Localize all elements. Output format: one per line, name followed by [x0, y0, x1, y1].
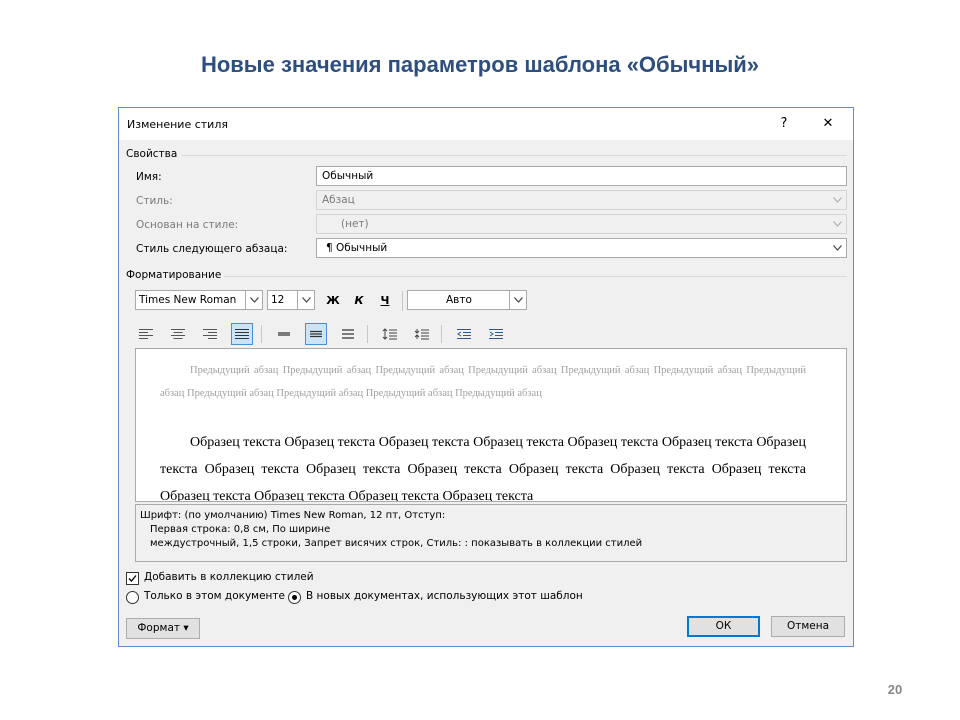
slide-title: Новые значения параметров шаблона «Обычн…: [200, 52, 760, 77]
font-color-select[interactable]: Авто: [407, 290, 527, 310]
add-to-gallery-label[interactable]: Добавить в коллекцию стилей: [144, 571, 314, 583]
description-line: Первая строка: 0,8 см, По ширине: [150, 524, 331, 535]
new-documents-radio[interactable]: [288, 591, 301, 604]
align-left-icon: [139, 329, 153, 339]
single-spacing-icon: [278, 332, 290, 336]
style-type-label: Стиль:: [136, 195, 173, 207]
toolbar-separator: [402, 291, 403, 311]
increase-indent-icon: [489, 329, 503, 339]
align-justify-button[interactable]: [231, 323, 253, 345]
dialog-title: Изменение стиля: [127, 118, 228, 131]
font-value: Times New Roman: [139, 294, 237, 306]
align-right-icon: [203, 329, 217, 339]
space-before-icon: [382, 328, 397, 340]
style-preview: Предыдущий абзац Предыдущий абзац Предыд…: [135, 348, 847, 502]
style-description: Шрифт: (по умолчанию) Times New Roman, 1…: [135, 504, 847, 562]
next-style-label: Стиль следующего абзаца:: [136, 243, 288, 255]
only-this-document-label[interactable]: Только в этом документе: [144, 590, 285, 602]
help-button[interactable]: ?: [769, 112, 799, 136]
new-documents-label[interactable]: В новых документах, использующих этот ша…: [306, 590, 583, 602]
based-on-label: Основан на стиле:: [136, 219, 239, 231]
formatting-divider: [224, 276, 847, 277]
sample-text-preview: Образец текста Образец текста Образец те…: [160, 435, 806, 502]
toolbar-separator: [367, 325, 368, 343]
space-before-decrease-button[interactable]: [411, 323, 433, 345]
chevron-down-icon: [829, 191, 846, 209]
next-style-select[interactable]: ¶ Обычный: [316, 238, 847, 258]
chevron-down-icon: [829, 239, 846, 257]
style-type-value: Абзац: [322, 194, 355, 206]
font-select[interactable]: Times New Roman: [135, 290, 263, 310]
toolbar-separator: [261, 325, 262, 343]
decrease-indent-button[interactable]: [453, 323, 475, 345]
ok-button[interactable]: ОК: [687, 616, 760, 637]
align-justify-icon: [235, 329, 249, 339]
properties-group-label: Свойства: [126, 148, 178, 160]
format-menu-button[interactable]: Формат ▾: [126, 618, 200, 639]
name-field[interactable]: Обычный: [316, 166, 847, 186]
double-spacing-button[interactable]: [337, 323, 359, 345]
one-half-spacing-icon: [310, 330, 322, 338]
space-before-increase-button[interactable]: [379, 323, 401, 345]
checkmark-icon: [128, 575, 137, 582]
double-spacing-icon: [342, 329, 354, 339]
close-button[interactable]: ✕: [813, 112, 843, 136]
italic-button[interactable]: К: [349, 292, 369, 310]
formatting-group-label: Форматирование: [126, 269, 222, 281]
toolbar-separator: [441, 325, 442, 343]
align-left-button[interactable]: [135, 323, 157, 345]
chevron-down-icon: [245, 291, 262, 309]
dialog-titlebar: Изменение стиля ? ✕: [119, 108, 853, 140]
add-to-gallery-checkbox[interactable]: [126, 572, 139, 585]
based-on-value: (нет): [341, 218, 369, 230]
underline-button[interactable]: Ч: [375, 292, 395, 310]
cancel-button[interactable]: Отмена: [771, 616, 845, 637]
chevron-down-icon: [297, 291, 314, 309]
font-size-value: 12: [271, 294, 285, 306]
previous-paragraph-preview: Предыдущий абзац Предыдущий абзац Предыд…: [160, 365, 806, 399]
chevron-down-icon: [829, 215, 846, 233]
style-type-select[interactable]: Абзац: [316, 190, 847, 210]
bold-button[interactable]: Ж: [323, 292, 343, 310]
increase-indent-button[interactable]: [485, 323, 507, 345]
modify-style-dialog: Изменение стиля ? ✕ Свойства Имя: Обычны…: [118, 107, 854, 647]
based-on-select[interactable]: (нет): [316, 214, 847, 234]
properties-divider: [181, 155, 847, 156]
description-line: междустрочный, 1,5 строки, Запрет висячи…: [150, 538, 643, 549]
decrease-indent-icon: [457, 329, 471, 339]
align-center-button[interactable]: [167, 323, 189, 345]
page-number: 20: [887, 682, 903, 697]
radio-selected-dot: [292, 595, 297, 600]
space-after-icon: [414, 329, 429, 340]
font-color-value: Авто: [446, 294, 472, 306]
align-center-icon: [171, 329, 185, 339]
name-label: Имя:: [136, 171, 162, 183]
next-style-value: ¶ Обычный: [326, 242, 388, 254]
single-spacing-button[interactable]: [273, 323, 295, 345]
font-size-select[interactable]: 12: [267, 290, 315, 310]
name-field-value: Обычный: [322, 170, 374, 182]
description-line: Шрифт: (по умолчанию) Times New Roman, 1…: [140, 510, 446, 521]
one-half-spacing-button[interactable]: [305, 323, 327, 345]
chevron-down-icon: [509, 291, 526, 309]
align-right-button[interactable]: [199, 323, 221, 345]
only-this-document-radio[interactable]: [126, 591, 139, 604]
